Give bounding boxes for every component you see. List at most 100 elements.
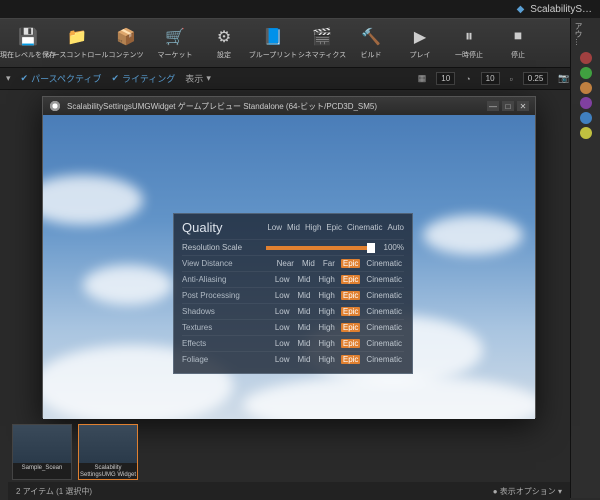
toolbar-label: 停止 (511, 50, 525, 60)
quality-preset-cinematic[interactable]: Cinematic (347, 223, 383, 232)
snap-grid[interactable]: 10 (436, 72, 455, 85)
quality-option-low[interactable]: Low (273, 339, 292, 348)
view-options-button[interactable]: ● 表示オプション ▾ (493, 486, 562, 497)
toolbar-一時停止-button[interactable]: ⏸一時停止 (445, 20, 493, 66)
color-swatch[interactable] (580, 97, 592, 109)
asset-thumb[interactable]: Scalability SettingsUMG Widget (78, 424, 138, 480)
quality-option-mid[interactable]: Mid (296, 275, 313, 284)
quality-option-epic[interactable]: Epic (341, 307, 361, 316)
right-sidebar: アウ… (570, 18, 600, 498)
toolbar-プレイ-button[interactable]: ▶プレイ (396, 20, 444, 66)
scale-icon[interactable]: ▫ (510, 74, 513, 84)
color-swatch[interactable] (580, 82, 592, 94)
toolbar-label: マーケット (158, 50, 193, 60)
top-menubar: ◆ ScalabilityS… (0, 0, 600, 18)
color-swatch[interactable] (580, 52, 592, 64)
asset-icon (13, 425, 71, 463)
quality-option-low[interactable]: Low (273, 355, 292, 364)
angle-icon[interactable]: ◔ (465, 74, 470, 84)
ue-logo-icon (49, 100, 61, 112)
game-viewport[interactable]: Quality LowMidHighEpicCinematicAuto Reso… (43, 115, 535, 419)
toolbar-コンテンツ-button[interactable]: 📦コンテンツ (102, 20, 150, 66)
quality-option-epic[interactable]: Epic (341, 259, 361, 268)
quality-option-cinematic[interactable]: Cinematic (364, 259, 404, 268)
quality-option-low[interactable]: Low (273, 323, 292, 332)
quality-option-mid[interactable]: Mid (296, 339, 313, 348)
toolbar-label: シネマティクス (298, 50, 346, 60)
color-swatch[interactable] (580, 67, 592, 79)
maximize-button[interactable]: □ (502, 101, 514, 111)
toolbar-ソースコントロール-button[interactable]: 📁ソースコントロール (53, 20, 101, 66)
toolbar-マーケット-button[interactable]: 🛒マーケット (151, 20, 199, 66)
quality-preset-mid[interactable]: Mid (287, 223, 300, 232)
quality-option-mid[interactable]: Mid (296, 307, 313, 316)
quality-option-mid[interactable]: Mid (296, 291, 313, 300)
main-toolbar: 💾現在レベルを保存📁ソースコントロール📦コンテンツ🛒マーケット⚙設定📘ブループリ… (0, 18, 600, 68)
quality-option-cinematic[interactable]: Cinematic (364, 291, 404, 300)
toolbar-ブループリント-button[interactable]: 📘ブループリント (249, 20, 297, 66)
quality-option-epic[interactable]: Epic (341, 355, 361, 364)
quality-preset-auto[interactable]: Auto (388, 223, 404, 232)
asset-thumb[interactable]: Sample_Scean (12, 424, 72, 480)
quality-row-textures: TexturesLowMidHighEpicCinematic (182, 319, 404, 335)
quality-option-mid[interactable]: Mid (296, 355, 313, 364)
toolbar-設定-button[interactable]: ⚙ 設定 (200, 20, 248, 66)
quality-option-epic[interactable]: Epic (341, 323, 361, 332)
toolbar-停止-button[interactable]: ⏹停止 (494, 20, 542, 66)
quality-option-low[interactable]: Low (273, 291, 292, 300)
snap-angle[interactable]: 10 (481, 72, 500, 85)
quality-option-high[interactable]: High (316, 355, 336, 364)
quality-option-high[interactable]: High (316, 275, 336, 284)
toolbar-label: ブループリント (249, 50, 298, 60)
outliner-tab[interactable]: アウ… (573, 22, 584, 46)
grid-icon[interactable]: ▦ (418, 73, 427, 84)
quality-option-high[interactable]: High (316, 323, 336, 332)
quality-row-label: Shadows (182, 307, 262, 316)
quality-option-epic[interactable]: Epic (341, 275, 361, 284)
quality-option-high[interactable]: High (316, 339, 336, 348)
quality-option-mid[interactable]: Mid (300, 259, 317, 268)
quality-preset-epic[interactable]: Epic (326, 223, 342, 232)
camera-icon[interactable]: 📷 (558, 73, 569, 84)
quality-option-cinematic[interactable]: Cinematic (364, 307, 404, 316)
quality-row-label: Effects (182, 339, 262, 348)
quality-row-post-processing: Post ProcessingLowMidHighEpicCinematic (182, 287, 404, 303)
toolbar-ビルド-button[interactable]: 🔨ビルド (347, 20, 395, 66)
quality-option-cinematic[interactable]: Cinematic (364, 323, 404, 332)
color-swatch[interactable] (580, 112, 592, 124)
toolbar-label: 設定 (217, 50, 231, 60)
resolution-scale-slider[interactable] (266, 246, 372, 250)
perspective-button[interactable]: ✔ パースペクティブ (21, 72, 102, 85)
toolbar-icon: ⚙ (213, 26, 235, 48)
quality-option-mid[interactable]: Mid (296, 323, 313, 332)
quality-option-high[interactable]: High (316, 307, 336, 316)
quality-preset-high[interactable]: High (305, 223, 321, 232)
minimize-button[interactable]: — (487, 101, 499, 111)
quality-option-cinematic[interactable]: Cinematic (364, 339, 404, 348)
quality-option-low[interactable]: Low (273, 275, 292, 284)
diamond-icon: ◆ (517, 4, 525, 15)
toolbar-シネマティクス-button[interactable]: 🎬シネマティクス (298, 20, 346, 66)
quality-option-epic[interactable]: Epic (341, 291, 361, 300)
quality-option-near[interactable]: Near (275, 259, 296, 268)
quality-option-low[interactable]: Low (273, 307, 292, 316)
quality-option-cinematic[interactable]: Cinematic (364, 355, 404, 364)
preview-titlebar[interactable]: ScalabilitySettingsUMGWidget ゲームプレビュー St… (43, 97, 535, 115)
close-button[interactable]: ✕ (517, 101, 529, 111)
asset-label: Scalability SettingsUMG Widget (79, 465, 137, 478)
lighting-button[interactable]: ✔ ライティング (111, 72, 175, 85)
game-preview-window: ScalabilitySettingsUMGWidget ゲームプレビュー St… (42, 96, 536, 418)
show-button[interactable]: 表示 ▾ (185, 72, 211, 85)
quality-preset-row: Low Mid High Epic Cinematic Auto (262, 223, 404, 232)
quality-row-anti-aliasing: Anti-AliasingLowMidHighEpicCinematic (182, 271, 404, 287)
quality-row-label: View Distance (182, 259, 262, 268)
snap-scale[interactable]: 0.25 (523, 72, 549, 85)
quality-option-cinematic[interactable]: Cinematic (364, 275, 404, 284)
viewport-menu-button[interactable]: ▾ (6, 73, 11, 84)
quality-row-shadows: Shadows Low MidHigh EpicCinematic (182, 303, 404, 319)
quality-preset-low[interactable]: Low (267, 223, 282, 232)
quality-option-epic[interactable]: Epic (341, 339, 361, 348)
quality-option-high[interactable]: High (316, 291, 336, 300)
color-swatch[interactable] (580, 127, 592, 139)
quality-option-far[interactable]: Far (321, 259, 337, 268)
